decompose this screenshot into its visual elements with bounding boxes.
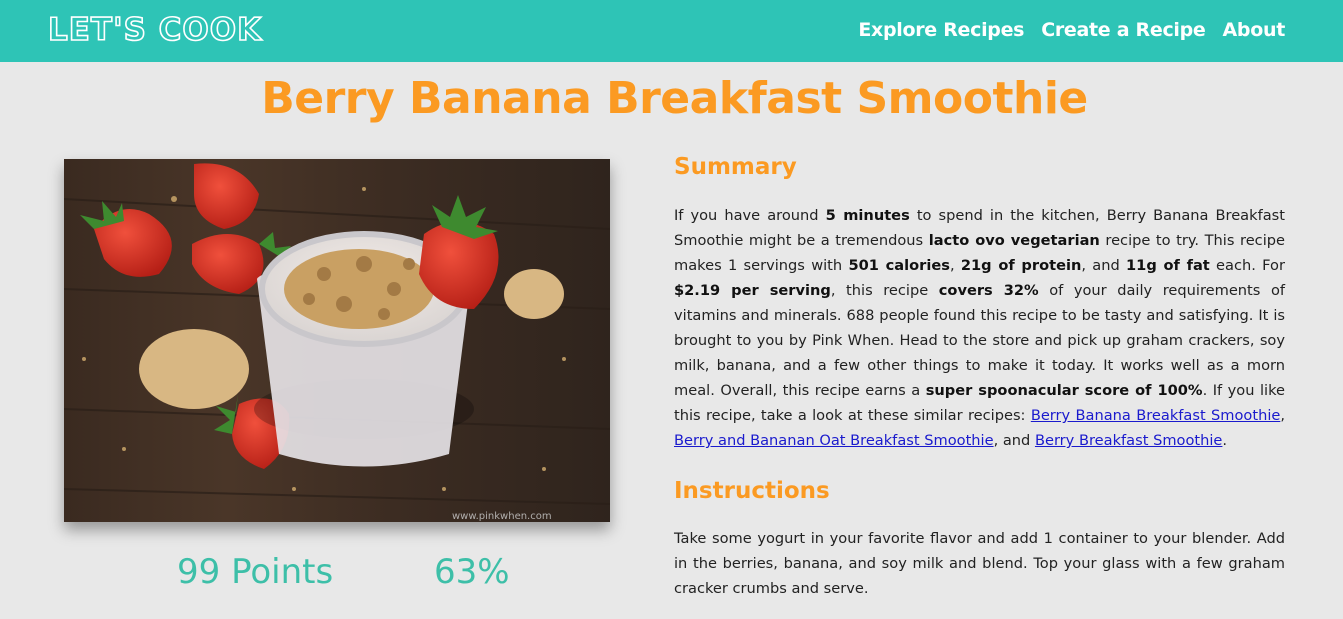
similar-recipe-link-2[interactable]: Berry and Bananan Oat Breakfast Smoothie <box>674 432 994 449</box>
summary-heading: Summary <box>674 154 797 180</box>
summary-text: If you have around 5 minutes to spend in… <box>674 207 1286 449</box>
similar-recipe-link-3[interactable]: Berry Breakfast Smoothie <box>1035 432 1222 449</box>
nav-link-explore-recipes[interactable]: Explore Recipes <box>858 17 1024 43</box>
percent-stat: 63% <box>434 552 510 592</box>
recipe-image: www.pinkwhen.com <box>64 159 610 522</box>
navbar: LET'S COOK Explore Recipes Create a Reci… <box>0 0 1343 62</box>
recipe-stats: 99 Points 63% <box>0 550 680 596</box>
nav-links: Explore Recipes Create a Recipe About <box>858 17 1285 43</box>
recipe-title: Berry Banana Breakfast Smoothie <box>261 73 1088 124</box>
similar-recipe-link-1[interactable]: Berry Banana Breakfast Smoothie <box>1031 407 1281 424</box>
image-watermark: www.pinkwhen.com <box>452 511 552 522</box>
nav-link-about[interactable]: About <box>1223 17 1286 43</box>
nav-link-create-recipe[interactable]: Create a Recipe <box>1041 17 1206 43</box>
instructions-heading: Instructions <box>674 478 830 504</box>
instructions-text: Take some yogurt in your favorite flavor… <box>674 530 1285 597</box>
points-stat: 99 Points <box>177 552 334 592</box>
recipe-content: Summary If you have around 5 minutes to … <box>674 150 1285 601</box>
site-logo[interactable]: LET'S COOK <box>47 10 262 50</box>
